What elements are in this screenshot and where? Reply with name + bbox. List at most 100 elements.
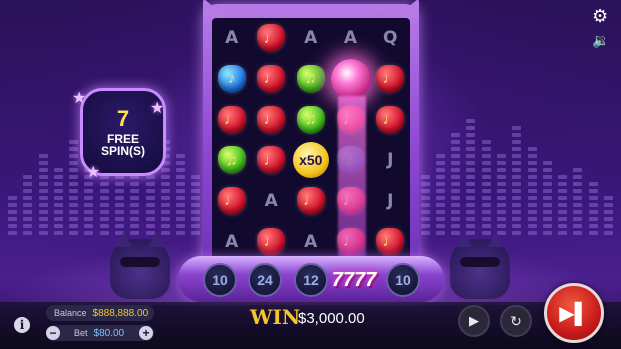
reel-cell: ♫	[291, 59, 331, 100]
reel-grid: A♩AAQ♪♩♫♩♩♩♫♩♩♫♩x50♪J♩A♩♩JA♩A♩♩	[212, 18, 410, 262]
music-note-gem-icon: ♩	[257, 64, 286, 93]
music-note-gem-icon: ♩	[217, 105, 246, 134]
reel-cell: ♩	[252, 140, 292, 181]
letter-symbol: A	[304, 231, 318, 252]
spin-button[interactable]: ▶▌	[544, 283, 604, 343]
music-note-gem-icon: ♪	[217, 64, 246, 93]
music-note-gem-icon: ♫	[296, 64, 325, 93]
equalizer-bar	[23, 175, 33, 235]
reel-cell: ♩	[212, 181, 252, 222]
equalizer-bar	[573, 168, 583, 235]
disco-ball-icon	[330, 58, 371, 99]
equalizer-bar	[176, 154, 186, 235]
bet-increase-button[interactable]: +	[139, 326, 153, 340]
equalizer-bar	[603, 196, 613, 235]
cat-mascot-left	[110, 239, 170, 299]
equalizer-bar	[481, 140, 491, 235]
equalizer-bar	[466, 119, 476, 235]
letter-symbol: A	[264, 190, 278, 211]
music-note-gem-icon: ♩	[296, 186, 325, 215]
win-label: WIN	[250, 305, 301, 329]
equalizer-bar	[588, 182, 598, 235]
bet-label: Bet	[74, 328, 88, 338]
letter-symbol: Q	[383, 28, 398, 49]
letter-symbol: J	[387, 150, 394, 171]
reel-cell: J	[371, 181, 411, 222]
settings-gear-icon[interactable]: ⚙	[592, 6, 608, 27]
reel-cell: ♪	[212, 59, 252, 100]
reel-cell: ♩	[291, 181, 331, 222]
free-spins-label-line2: SPIN(S)	[100, 143, 145, 158]
reel-counter-3: 12	[294, 263, 328, 297]
reel-cell: ♫	[212, 140, 252, 181]
music-note-gem-icon: ♫	[296, 105, 325, 134]
reel-cell: x50	[291, 140, 331, 181]
equalizer-bar	[527, 147, 537, 235]
star-icon: ★	[150, 100, 165, 117]
equalizer-bar	[512, 126, 522, 235]
reel-counter-5: 10	[386, 263, 420, 297]
equalizer-bar	[451, 133, 461, 235]
reel-cell: Q	[371, 18, 411, 59]
music-note-gem-icon: ♩	[376, 227, 405, 256]
equalizer-bar	[69, 140, 79, 235]
reel-cell: ♩	[212, 99, 252, 140]
turbo-play-button[interactable]: ▶	[458, 305, 490, 337]
reel-cell: ♩	[371, 99, 411, 140]
reel-cell: J	[371, 140, 411, 181]
balance-value: $888,888.00	[92, 307, 149, 319]
reel-cell: ♫	[291, 99, 331, 140]
free-spins-label-line1: FREE	[106, 131, 139, 146]
sound-icon[interactable]: 🔉	[592, 32, 609, 49]
autoplay-icon: ↻	[510, 312, 522, 329]
music-note-gem-icon: ♩	[257, 24, 286, 53]
info-icon[interactable]: i	[14, 317, 30, 333]
reel-beam-effect	[338, 96, 366, 262]
reel-counter-1: 10	[203, 263, 237, 297]
reel-cell: ♩	[252, 18, 292, 59]
equalizer-bar	[420, 175, 430, 235]
music-note-gem-icon: ♩	[257, 227, 286, 256]
equalizer-bar	[191, 175, 201, 235]
equalizer-bar	[542, 161, 552, 235]
play-icon: ▶	[469, 313, 479, 328]
letter-symbol: J	[387, 190, 394, 211]
cat-mascot-right	[450, 239, 510, 299]
autoplay-button[interactable]: ↻	[500, 305, 532, 337]
bet-display: Bet $80.00	[46, 325, 154, 341]
win-amount: $3,000.00	[298, 310, 365, 327]
reel-counter-4: 7777	[331, 268, 377, 291]
spin-icon: ▶▌	[559, 302, 589, 325]
reel-cell: ♩	[371, 59, 411, 100]
star-icon: ★	[86, 164, 101, 181]
equalizer-bar	[435, 154, 445, 235]
letter-symbol: A	[343, 28, 358, 49]
bet-value: $80.00	[93, 327, 125, 339]
multiplier-coin: x50	[292, 142, 329, 179]
reel-cell: A	[331, 18, 371, 59]
balance-label: Balance	[54, 308, 87, 318]
music-note-gem-icon: ♫	[217, 146, 246, 175]
star-icon: ★	[72, 90, 87, 107]
equalizer-bar	[497, 154, 506, 235]
reel-cell: ♩	[252, 59, 292, 100]
reel-cell: A	[291, 18, 331, 59]
free-spins-count: 7	[116, 105, 130, 131]
reel-cell	[330, 58, 371, 100]
reel-cell: A	[212, 18, 252, 59]
reel-counter-2: 24	[248, 263, 282, 297]
music-note-gem-icon: ♩	[257, 146, 286, 175]
equalizer-bar	[558, 175, 568, 235]
bet-decrease-button[interactable]: −	[46, 326, 60, 340]
letter-symbol: A	[225, 28, 239, 49]
balance-display: Balance $888,888.00	[46, 305, 154, 321]
reel-cell: A	[252, 181, 292, 222]
letter-symbol: A	[225, 231, 239, 252]
letter-symbol: A	[304, 28, 318, 49]
reel-cell: ♩	[252, 99, 292, 140]
equalizer-bar	[53, 168, 63, 235]
music-note-gem-icon: ♩	[376, 105, 405, 134]
equalizer-bar	[8, 196, 17, 235]
equalizer-bar	[38, 154, 48, 235]
music-note-gem-icon: ♩	[376, 64, 405, 93]
